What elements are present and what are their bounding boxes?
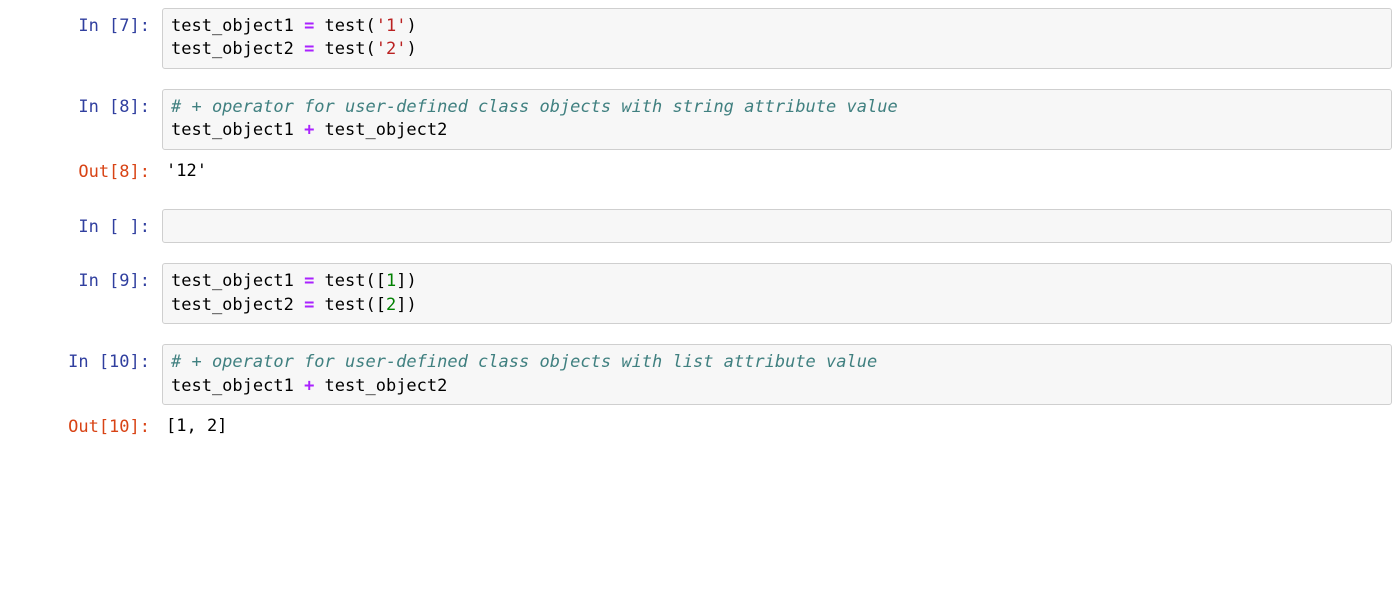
token-operator: + [294,376,325,396]
cell-in-empty: In [ ]: [0,209,1400,243]
token-punc: ([ [366,295,386,315]
cell-content: '12' [162,154,1392,189]
code-input[interactable]: test_object1 = test([1]) test_object2 = … [162,263,1392,324]
token-name: test_object1 [171,271,294,291]
cell-in-8: In [8]: # + operator for user-defined cl… [0,89,1400,150]
token-operator: = [294,295,325,315]
token-punc: ]) [396,271,416,291]
token-func: test [325,271,366,291]
cell-content: [1, 2] [162,409,1392,444]
cell-out-8: Out[8]: '12' [0,154,1400,189]
token-number: 1 [386,271,396,291]
cell-in-10: In [10]: # + operator for user-defined c… [0,344,1400,405]
token-punc: ([ [366,271,386,291]
code-line: test_object1 = test('1') [171,15,1383,38]
output-value: '12' [166,161,207,181]
input-prompt: In [ ]: [0,209,162,243]
cell-in-9: In [9]: test_object1 = test([1]) test_ob… [0,263,1400,324]
token-func: test [325,39,366,59]
cell-content: # + operator for user-defined class obje… [162,89,1392,150]
token-name: test_object2 [171,295,294,315]
token-name: test_object1 [171,16,294,36]
code-line: test_object1 + test_object2 [171,375,1383,398]
token-name: test_object1 [171,120,294,140]
output-prompt: Out[8]: [0,154,162,189]
token-operator: = [294,271,325,291]
token-func: test [325,16,366,36]
code-line: # + operator for user-defined class obje… [171,96,1383,119]
token-punc: ) [406,16,416,36]
code-line: test_object1 + test_object2 [171,119,1383,142]
token-string: '1' [376,16,407,36]
token-punc: ( [366,39,376,59]
token-operator: = [294,39,325,59]
output-text: [1, 2] [162,409,1392,444]
token-string: '2' [376,39,407,59]
token-punc: ]) [396,295,416,315]
cell-content: test_object1 = test('1') test_object2 = … [162,8,1392,69]
code-line: # + operator for user-defined class obje… [171,351,1383,374]
input-prompt: In [10]: [0,344,162,405]
token-comment: # + operator for user-defined class obje… [171,97,898,117]
code-line: test_object2 = test([2]) [171,294,1383,317]
token-punc: ( [366,16,376,36]
output-text: '12' [162,154,1392,189]
token-name: test_object2 [325,376,448,396]
token-operator: + [294,120,325,140]
input-prompt: In [9]: [0,263,162,324]
code-input[interactable]: # + operator for user-defined class obje… [162,89,1392,150]
token-name: test_object1 [171,376,294,396]
output-prompt: Out[10]: [0,409,162,444]
cell-content: test_object1 = test([1]) test_object2 = … [162,263,1392,324]
code-input[interactable] [162,209,1392,243]
cell-in-7: In [7]: test_object1 = test('1') test_ob… [0,8,1400,69]
token-func: test [325,295,366,315]
cell-content: # + operator for user-defined class obje… [162,344,1392,405]
token-name: test_object2 [171,39,294,59]
token-punc: ) [406,39,416,59]
cell-out-10: Out[10]: [1, 2] [0,409,1400,444]
input-prompt: In [7]: [0,8,162,69]
code-input[interactable]: test_object1 = test('1') test_object2 = … [162,8,1392,69]
code-line: test_object2 = test('2') [171,38,1383,61]
token-name: test_object2 [325,120,448,140]
token-comment: # + operator for user-defined class obje… [171,352,877,372]
code-input[interactable]: # + operator for user-defined class obje… [162,344,1392,405]
code-line: test_object1 = test([1]) [171,270,1383,293]
input-prompt: In [8]: [0,89,162,150]
cell-content [162,209,1392,243]
output-value: [1, 2] [166,416,227,436]
token-operator: = [294,16,325,36]
token-number: 2 [386,295,396,315]
